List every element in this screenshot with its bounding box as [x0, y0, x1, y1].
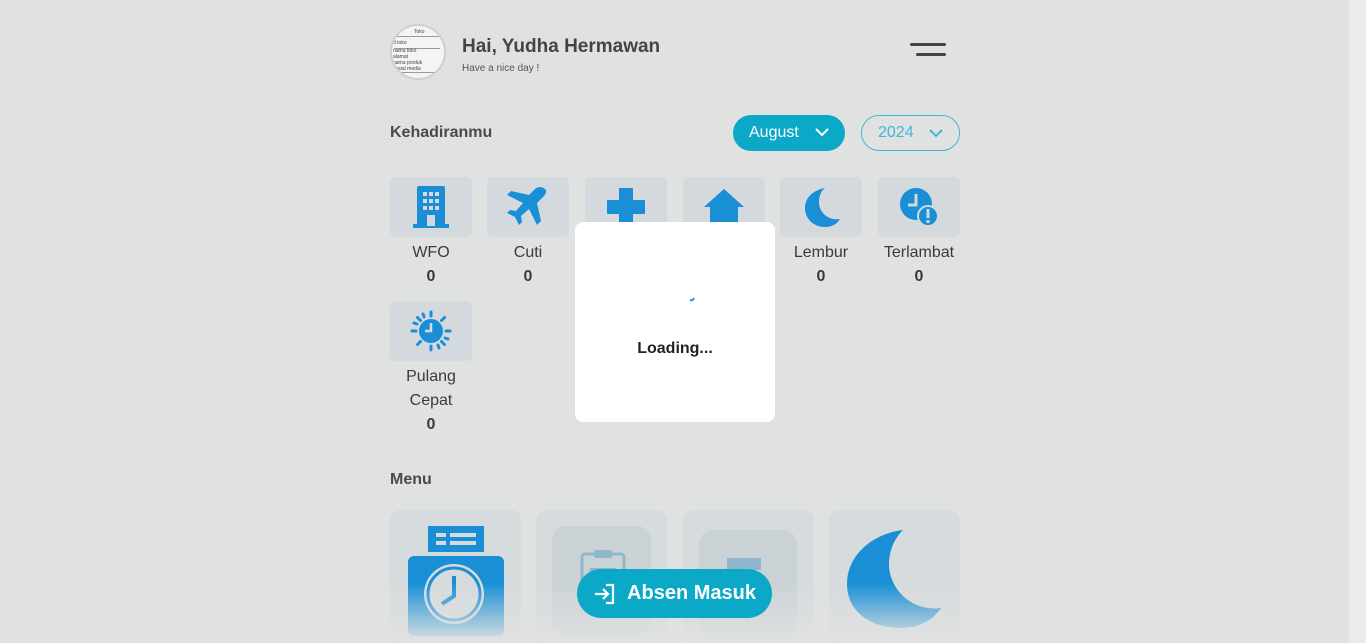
hamburger-menu-button[interactable] — [910, 40, 946, 62]
avatar-text-2: d toko — [393, 40, 407, 46]
chevron-down-icon — [815, 128, 829, 137]
menu-card-lembur[interactable] — [829, 510, 960, 643]
year-select-value: 2024 — [878, 124, 914, 141]
clock-alert-icon — [900, 188, 939, 227]
stat-label: Terlambat — [883, 244, 955, 261]
loading-modal: Loading... — [575, 222, 775, 422]
stat-label: Pulang Cepat — [390, 365, 472, 413]
month-select-value: August — [749, 124, 799, 141]
stat-terlambat[interactable]: Terlambat 0 — [878, 177, 960, 289]
login-arrow-icon — [595, 583, 615, 604]
menu-line-icon — [916, 53, 946, 56]
year-select[interactable]: 2024 — [861, 115, 960, 151]
stat-count: 0 — [426, 268, 436, 285]
absen-masuk-button[interactable]: Absen Masuk — [577, 569, 772, 618]
stat-label: Cuti — [513, 244, 543, 261]
stat-count: 0 — [426, 416, 436, 433]
stat-label-line-2: Cepat — [409, 392, 453, 409]
stat-cuti[interactable]: Cuti 0 — [487, 177, 569, 289]
stat-wfo[interactable]: WFO 0 — [390, 177, 472, 289]
stat-count: 0 — [816, 268, 826, 285]
stat-count: 0 — [523, 268, 533, 285]
loading-text: Loading... — [637, 340, 713, 357]
stat-lembur[interactable]: Lembur 0 — [780, 177, 862, 289]
greeting-title: Hai, Yudha Hermawan — [462, 36, 661, 57]
avatar-text-1: Toko — [414, 29, 425, 35]
month-select[interactable]: August — [733, 115, 845, 151]
menu-card-absensi[interactable] — [390, 510, 521, 643]
menu-line-icon — [910, 43, 946, 46]
loading-spinner-icon — [689, 297, 695, 302]
medical-cross-icon — [607, 188, 645, 226]
attendance-title: Kehadiranmu — [390, 124, 493, 141]
stat-pulang-cepat[interactable]: Pulang Cepat 0 — [390, 301, 472, 437]
airplane-icon — [507, 187, 547, 225]
absen-masuk-label: Absen Masuk — [627, 582, 756, 604]
home-icon — [704, 189, 744, 225]
chevron-down-icon — [929, 129, 943, 138]
office-building-icon — [413, 186, 449, 228]
scrollbar[interactable] — [1349, 0, 1366, 643]
stat-label-line-1: Pulang — [406, 368, 456, 385]
stat-label: WFO — [412, 244, 450, 261]
moon-icon — [805, 188, 840, 227]
greeting-subtitle: Have a nice day ! — [462, 63, 540, 74]
menu-title: Menu — [390, 471, 432, 488]
sun-clock-icon — [410, 310, 452, 352]
stat-count: 0 — [914, 268, 924, 285]
avatar[interactable]: Toko d toko nama toko alamat nama produk… — [390, 24, 446, 80]
stat-label: Lembur — [793, 244, 849, 261]
